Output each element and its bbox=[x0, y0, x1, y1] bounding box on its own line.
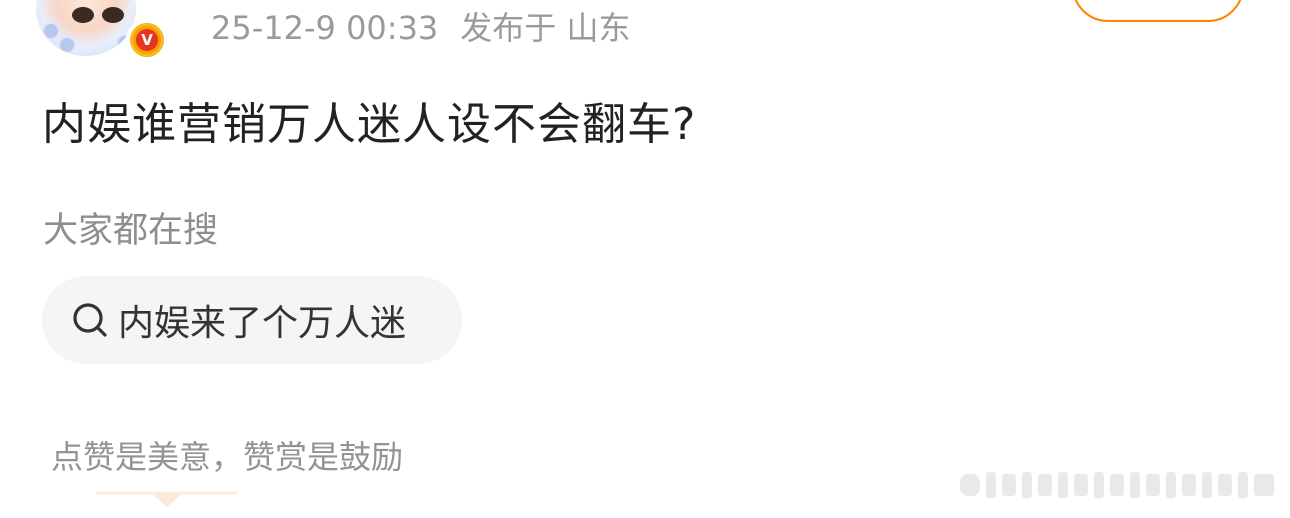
triangle-down-icon bbox=[96, 491, 238, 507]
trending-title: 大家都在搜 bbox=[43, 211, 219, 251]
reward-text: 点赞是美意，赞赏是鼓励 bbox=[51, 438, 404, 476]
post-text: 内娱谁营销万人迷人设不会翻车? bbox=[42, 99, 697, 150]
blurred-watermark bbox=[960, 472, 1274, 498]
verified-v-icon: V bbox=[130, 23, 164, 57]
trending-search-chip[interactable]: 内娱来了个万人迷 bbox=[42, 276, 462, 364]
avatar-decoration bbox=[58, 36, 76, 54]
post-location: 发布于 山东 bbox=[460, 9, 631, 47]
post-timestamp: 25-12-9 00:33 bbox=[211, 9, 439, 47]
search-icon bbox=[70, 300, 110, 340]
verified-badge: V bbox=[126, 19, 168, 61]
post-meta: 25-12-9 00:33 发布于 山东 bbox=[211, 8, 630, 48]
trending-search-query: 内娱来了个万人迷 bbox=[118, 303, 407, 344]
avatar[interactable] bbox=[36, 0, 136, 56]
avatar-eye bbox=[72, 7, 94, 23]
avatar-eye bbox=[102, 7, 124, 23]
follow-button[interactable] bbox=[1072, 0, 1244, 22]
avatar-decoration bbox=[42, 22, 60, 40]
verified-badge-letter: V bbox=[136, 29, 158, 51]
